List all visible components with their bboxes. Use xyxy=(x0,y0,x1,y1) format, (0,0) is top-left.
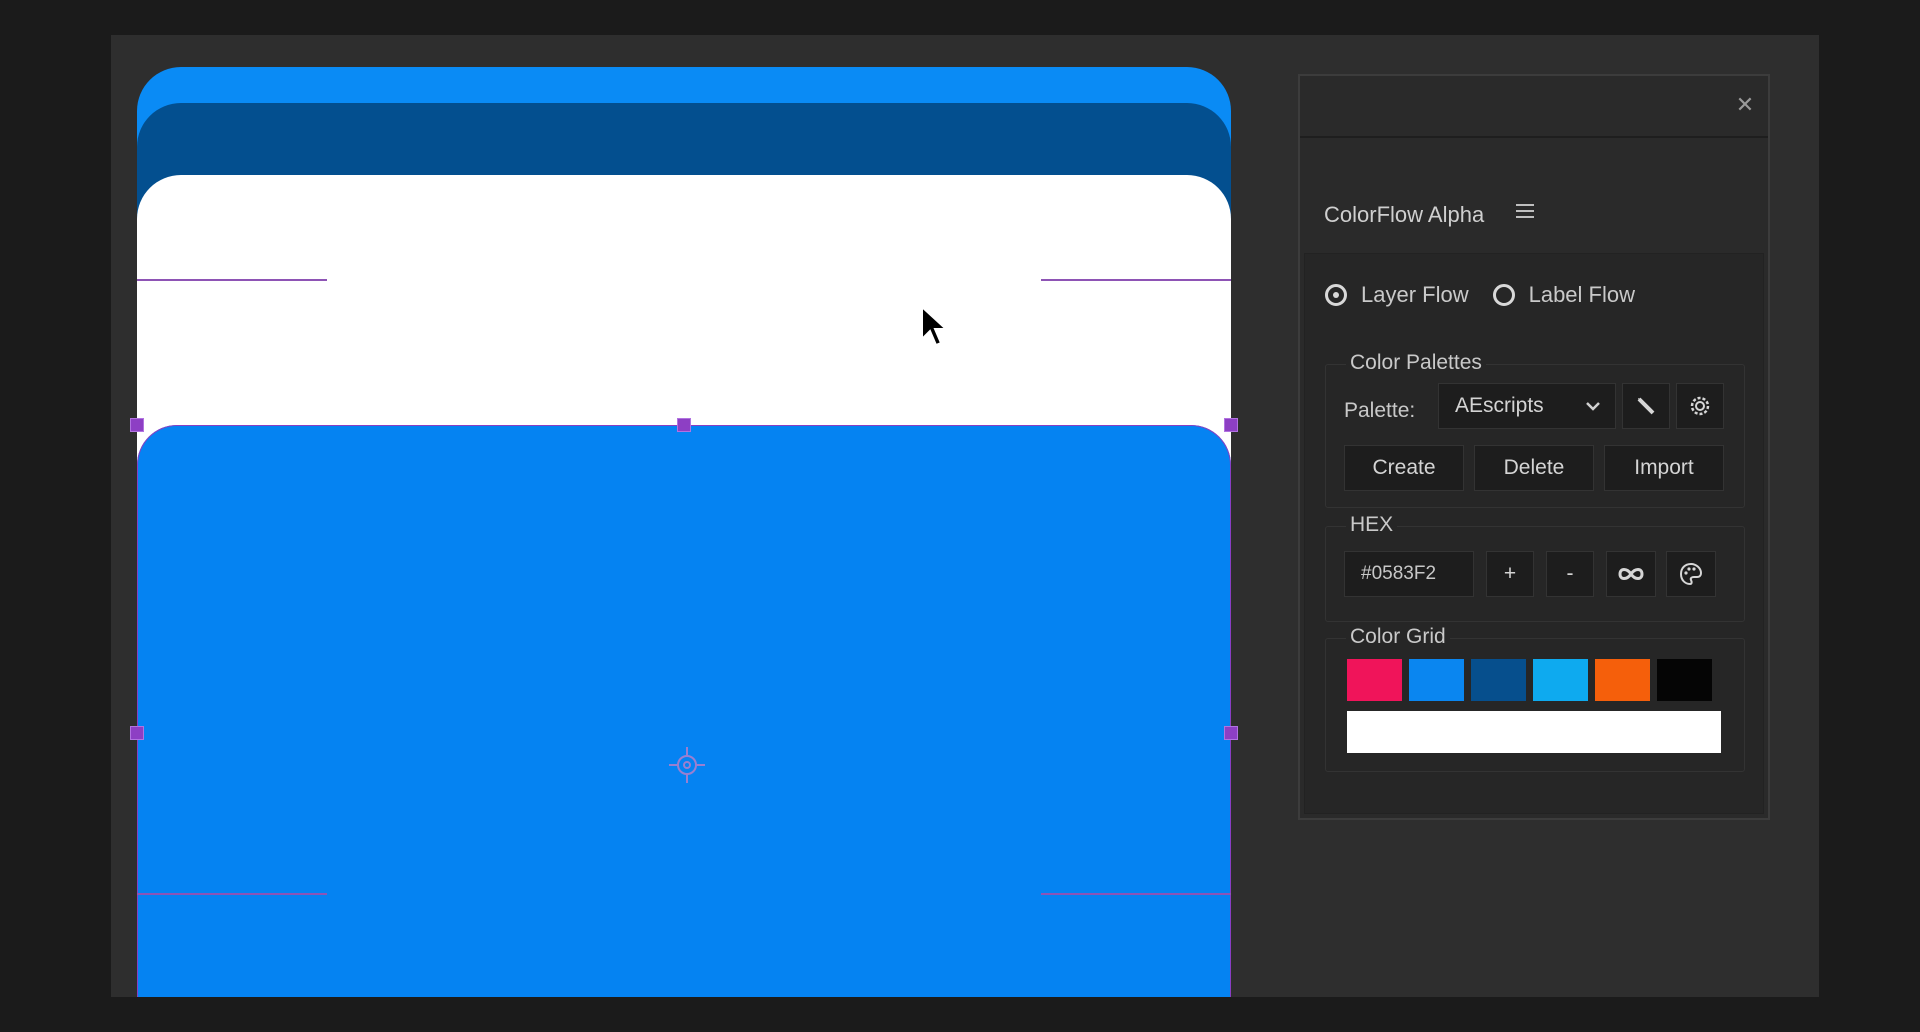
color-swatch[interactable] xyxy=(1657,659,1712,701)
label-flow-label[interactable]: Label Flow xyxy=(1529,282,1635,308)
delete-palette-button[interactable]: Delete xyxy=(1474,445,1594,491)
hex-group: HEX #0583F2 + - xyxy=(1325,513,1745,622)
palette-settings-button[interactable] xyxy=(1676,383,1724,429)
color-palettes-title: Color Palettes xyxy=(1346,351,1486,375)
color-swatch-white[interactable] xyxy=(1347,711,1721,753)
hex-input[interactable]: #0583F2 xyxy=(1344,551,1474,597)
transform-handle-top-left[interactable] xyxy=(130,418,144,432)
transform-handle-mid-left[interactable] xyxy=(130,726,144,740)
hex-title: HEX xyxy=(1346,513,1398,537)
color-grid-group: Color Grid xyxy=(1325,625,1745,772)
mouse-cursor-icon xyxy=(921,305,949,347)
transform-handle-top-center[interactable] xyxy=(677,418,691,432)
layer-flow-radio[interactable] xyxy=(1325,284,1347,306)
edit-palette-button[interactable] xyxy=(1622,383,1670,429)
palette-dropdown-value: AEscripts xyxy=(1455,394,1544,417)
guide-line xyxy=(1041,893,1231,895)
pencil-icon xyxy=(1637,397,1655,415)
chevron-down-icon xyxy=(1586,402,1600,411)
palette-dropdown[interactable]: AEscripts xyxy=(1438,383,1616,429)
infinity-icon xyxy=(1618,568,1644,580)
color-swatch[interactable] xyxy=(1595,659,1650,701)
transform-handle-mid-right[interactable] xyxy=(1224,726,1238,740)
guide-line xyxy=(137,279,327,281)
import-palette-button[interactable]: Import xyxy=(1604,445,1724,491)
label-flow-radio[interactable] xyxy=(1492,284,1515,306)
selection-bounding-box xyxy=(137,425,1231,997)
hamburger-menu-icon[interactable] xyxy=(1516,204,1534,220)
guide-line xyxy=(137,893,327,895)
panel-header: ✕ xyxy=(1300,76,1768,138)
create-palette-button[interactable]: Create xyxy=(1344,445,1464,491)
guide-line xyxy=(1041,279,1231,281)
anchor-point-icon[interactable] xyxy=(669,747,705,783)
transform-handle-top-right[interactable] xyxy=(1224,418,1238,432)
color-palettes-group: Color Palettes Palette: AEscripts Create… xyxy=(1325,351,1745,508)
color-grid-title: Color Grid xyxy=(1346,625,1450,649)
color-swatch[interactable] xyxy=(1471,659,1526,701)
remove-color-button[interactable]: - xyxy=(1546,551,1594,597)
add-color-button[interactable]: + xyxy=(1486,551,1534,597)
composition-canvas[interactable] xyxy=(130,67,1238,997)
link-colors-button[interactable] xyxy=(1606,551,1656,597)
panel-title: ColorFlow Alpha xyxy=(1324,202,1485,227)
app-frame: ✕ ColorFlow Alpha Layer Flow Label Flow … xyxy=(111,35,1819,997)
panel-body: Layer Flow Label Flow Color Palettes Pal… xyxy=(1304,253,1764,814)
color-swatch[interactable] xyxy=(1533,659,1588,701)
gear-icon xyxy=(1690,396,1710,416)
paint-palette-icon xyxy=(1679,562,1703,586)
palette-label: Palette: xyxy=(1344,399,1416,422)
close-icon[interactable]: ✕ xyxy=(1732,92,1758,118)
colorflow-panel: ✕ ColorFlow Alpha Layer Flow Label Flow … xyxy=(1298,74,1770,820)
color-picker-button[interactable] xyxy=(1666,551,1716,597)
color-swatch[interactable] xyxy=(1409,659,1464,701)
layer-flow-label[interactable]: Layer Flow xyxy=(1361,282,1469,308)
color-swatch[interactable] xyxy=(1347,659,1402,701)
flow-mode-radio-group: Layer Flow Label Flow xyxy=(1325,282,1659,308)
